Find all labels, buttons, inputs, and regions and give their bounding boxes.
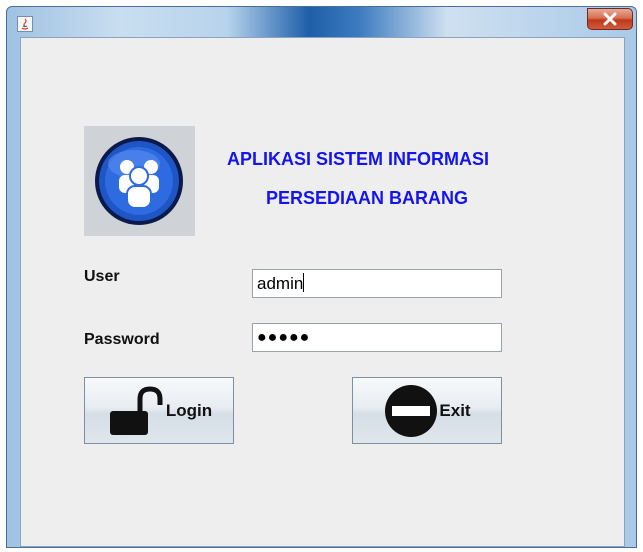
users-group-icon	[84, 126, 195, 236]
password-label: Password	[84, 331, 160, 348]
app-title-line-2: PERSEDIAAN BARANG	[266, 188, 469, 208]
exit-button-label: Exit	[439, 400, 471, 420]
java-icon[interactable]	[17, 16, 33, 32]
title-bar[interactable]	[7, 7, 636, 37]
user-input-value: admin	[257, 274, 304, 293]
login-button[interactable]: Login	[84, 377, 234, 444]
user-label: User	[84, 268, 120, 285]
unlocked-padlock-icon	[109, 385, 163, 435]
exit-button[interactable]: Exit	[352, 377, 502, 444]
close-icon	[603, 12, 617, 26]
app-title-line-1: APLIKASI SISTEM INFORMASI	[227, 149, 490, 169]
text-caret	[303, 273, 305, 292]
dialog-content: APLIKASI SISTEM INFORMASI PERSEDIAAN BAR…	[20, 37, 625, 547]
close-button[interactable]	[587, 8, 633, 30]
login-window: APLIKASI SISTEM INFORMASI PERSEDIAAN BAR…	[6, 6, 637, 548]
login-button-label: Login	[165, 400, 213, 420]
user-input[interactable]: admin	[252, 269, 502, 298]
password-input-value: ●●●●●	[257, 329, 311, 346]
no-entry-icon	[385, 384, 438, 437]
password-input[interactable]: ●●●●●	[252, 323, 502, 352]
